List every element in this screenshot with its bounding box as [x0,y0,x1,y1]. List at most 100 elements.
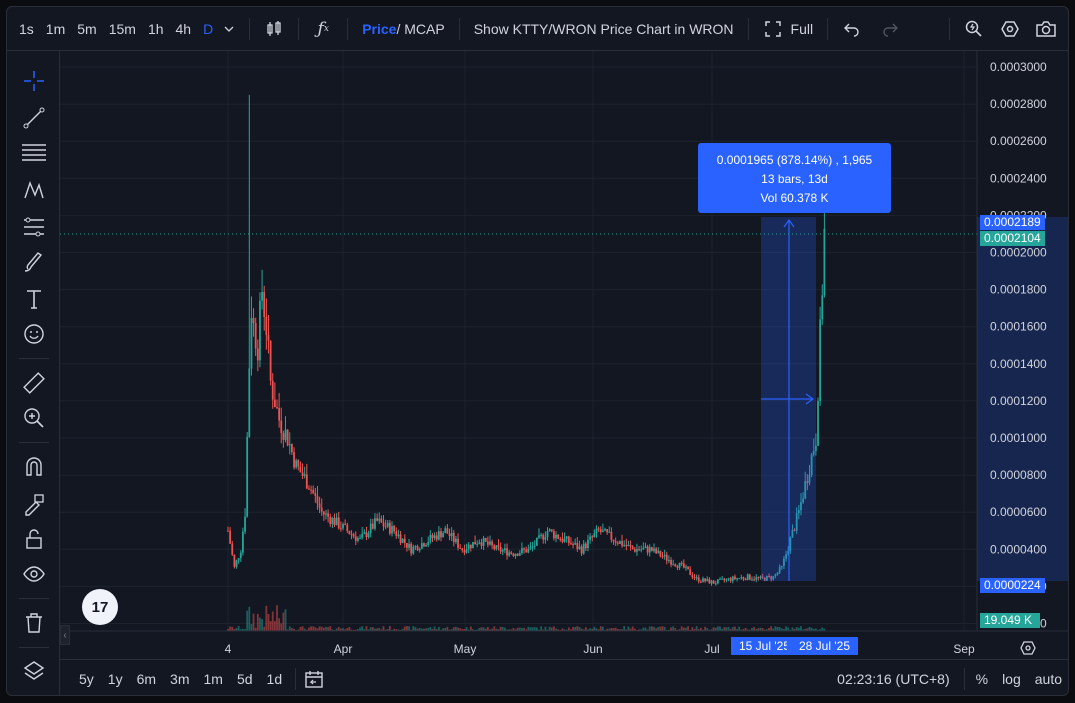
go-to-date-icon[interactable] [302,667,326,691]
chevron-down-icon[interactable] [219,15,239,43]
candle-body [685,566,687,568]
candle-body [431,534,434,539]
volume-bar [691,627,694,631]
range-1y[interactable]: 1y [101,671,130,687]
candle-body [661,556,664,558]
horizontal-lines-icon[interactable] [20,139,48,167]
price-toggle[interactable]: Price [358,21,396,37]
timeframe-1m[interactable]: 1m [40,21,71,37]
candle-body [414,546,417,548]
price-tick: 0.0002800 [990,97,1047,111]
fullscreen-icon[interactable] [759,15,787,43]
axis-settings-icon[interactable] [1019,639,1037,657]
range-1m[interactable]: 1m [197,671,230,687]
brush-icon[interactable] [20,249,48,277]
candle-body [435,535,438,540]
timeframe-d[interactable]: D [197,21,219,37]
volume-bar [269,621,272,631]
candle-body [501,550,504,552]
volume-bar [318,626,321,631]
percent-toggle[interactable]: % [969,671,995,687]
candle-body [512,553,515,556]
timeframe-1h[interactable]: 1h [142,21,170,37]
timeframe-5m[interactable]: 5m [71,21,102,37]
pattern-icon[interactable] [20,176,48,204]
layers-icon[interactable] [20,657,48,685]
candle-body [293,452,295,468]
measure-change: 0.0001965 (878.14%) , 1,965 [716,153,873,167]
volume-bar [623,626,626,631]
log-toggle[interactable]: log [995,671,1028,687]
range-5d[interactable]: 5d [230,671,260,687]
unlock-icon[interactable] [20,525,48,553]
range-3m[interactable]: 3m [163,671,196,687]
candle-body [753,579,756,581]
collapse-toolbar-handle[interactable]: ‹ [60,625,70,645]
candle-body [580,546,583,554]
volume-bar [493,626,496,631]
text-icon[interactable] [20,285,48,313]
candle-body [401,538,404,543]
candle-body [244,516,246,532]
camera-icon[interactable] [1032,15,1060,43]
candle-body [284,429,287,440]
candle-body [278,407,281,421]
candle-body [482,537,485,546]
eye-icon[interactable] [20,560,48,588]
trash-icon[interactable] [20,609,48,637]
candle-body [655,548,658,554]
timeframe-15m[interactable]: 15m [103,21,142,37]
candle-body [727,578,730,580]
settings-icon[interactable] [996,15,1024,43]
timeframe-1s[interactable]: 1s [13,21,40,37]
quick-search-icon[interactable] [960,15,988,43]
candle-body [587,539,589,549]
emoji-icon[interactable] [20,320,48,348]
mcap-toggle[interactable]: / MCAP [396,21,448,37]
candle-body [495,545,498,550]
show-chart-in-wron-button[interactable]: Show KTTY/WRON Price Chart in WRON [470,21,738,37]
zoom-in-icon[interactable] [20,404,48,432]
candle-body [231,543,234,555]
divider [949,17,950,40]
auto-toggle[interactable]: auto [1028,671,1068,687]
volume-bar [288,626,291,631]
indicators-icon[interactable]: ƒx [309,15,337,43]
fib-icon[interactable] [20,213,48,241]
trend-line-icon[interactable] [20,104,48,132]
range-1d[interactable]: 1d [260,671,290,687]
undo-icon[interactable] [838,15,866,43]
volume-bar [301,626,304,631]
candle-body [574,543,577,545]
candle-body [514,553,517,556]
candle-body [380,518,383,523]
lock-drawing-icon[interactable] [20,490,48,518]
candle-body [729,578,732,581]
volume-bar [314,627,317,631]
magnet-icon[interactable] [20,453,48,481]
volume-bar [731,626,734,631]
full-button[interactable]: Full [787,21,818,37]
range-5y[interactable]: 5y [72,671,101,687]
range-6m[interactable]: 6m [130,671,163,687]
candle-body [476,543,479,545]
top-toolbar: 1s 1m 5m 15m 1h 4h D ƒx Price / MCAP Sho… [7,7,1068,51]
candle-body [316,495,319,504]
candle-body [529,547,532,549]
candle-body [542,534,545,540]
candles-icon[interactable] [260,15,288,43]
redo-icon[interactable] [876,15,904,43]
candle-body [570,543,572,545]
timeframe-4h[interactable]: 4h [170,21,198,37]
volume-bar [348,627,351,631]
volume-bar [657,626,660,631]
time-tick: May [454,642,477,656]
ruler-icon[interactable] [20,369,48,397]
clock-time[interactable]: 02:23:16 (UTC+8) [837,671,959,687]
crosshair-icon[interactable] [20,67,48,95]
volume-bar [359,627,361,631]
candle-body [604,529,606,531]
price-chart[interactable]: 0.0003000 0.0002800 0.0002600 0.0002400 0.00… [60,51,1068,659]
candle-body [610,531,613,540]
candle-body [254,323,257,349]
